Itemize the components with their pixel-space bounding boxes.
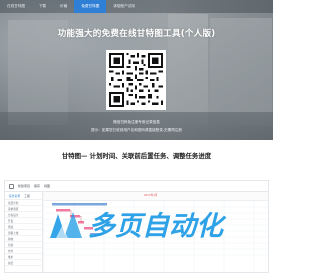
top-nav: 在线甘特图 下载 价格 免费甘特图 体验账户试用 [0, 0, 273, 13]
view-button[interactable]: 视图 [44, 184, 50, 188]
task-label: 项目计划 [8, 201, 19, 205]
new-project-button[interactable]: 新建项目 [18, 184, 30, 188]
task-label: 部署上线 [8, 231, 19, 235]
task-row[interactable]: 总结 [5, 260, 42, 266]
task-list-tabs: 任务名称 工期 [5, 192, 42, 200]
task-label: 维护 [8, 255, 14, 259]
task-label: 总结 [8, 261, 14, 265]
task-label: 交付 [8, 249, 14, 253]
wechat-qr-code[interactable] [106, 50, 166, 110]
task-label: 培训 [8, 243, 14, 247]
tab-duration[interactable]: 工期 [24, 194, 30, 198]
task-label: 验收 [8, 237, 14, 241]
task-label: 方案设计 [8, 213, 19, 217]
nav-tab-free-gantt[interactable]: 免费甘特图 [74, 0, 107, 13]
watermark-text: 多页自动化 [88, 211, 223, 242]
task-list-panel: 任务名称 工期 项目计划 需求调研 方案设计 开发 测试 部署上线 验收 培训 … [5, 192, 43, 272]
hero-title: 功能强大的免费在线甘特图工具(个人版) [57, 29, 216, 39]
hero-banner: 在线甘特图 下载 价格 免费甘特图 体验账户试用 功能强大的免费在线甘特图工具(… [0, 0, 273, 140]
task-label: 测试 [8, 225, 14, 229]
save-button[interactable]: 保存 [34, 184, 40, 188]
watermark-logo-icon [50, 212, 82, 238]
qr-login-tip: 提示：如果您已收到用户名和密码请直接登录,无需再注册 [91, 128, 182, 132]
watermark-overlay: 多页自动化 [46, 200, 273, 273]
preview-toolbar: 新建项目 保存 视图 [5, 181, 268, 192]
nav-tab-pricing[interactable]: 价格 [53, 0, 74, 13]
nav-tab-online-gantt[interactable]: 在线甘特图 [0, 0, 32, 13]
tab-task-name[interactable]: 任务名称 [9, 194, 20, 198]
menu-icon [9, 183, 14, 189]
section-subtitle: 甘特图— 计划时间、关联前后置任务、调整任务进度 [61, 152, 212, 160]
nav-tab-trial-account[interactable]: 体验账户试用 [106, 0, 142, 13]
task-label: 需求调研 [8, 207, 19, 211]
nav-tab-download[interactable]: 下载 [32, 0, 53, 13]
task-label: 开发 [8, 219, 14, 223]
qr-caption: 微信扫码免注册专用记录信息 [113, 120, 160, 124]
qr-code-icon [109, 53, 163, 107]
